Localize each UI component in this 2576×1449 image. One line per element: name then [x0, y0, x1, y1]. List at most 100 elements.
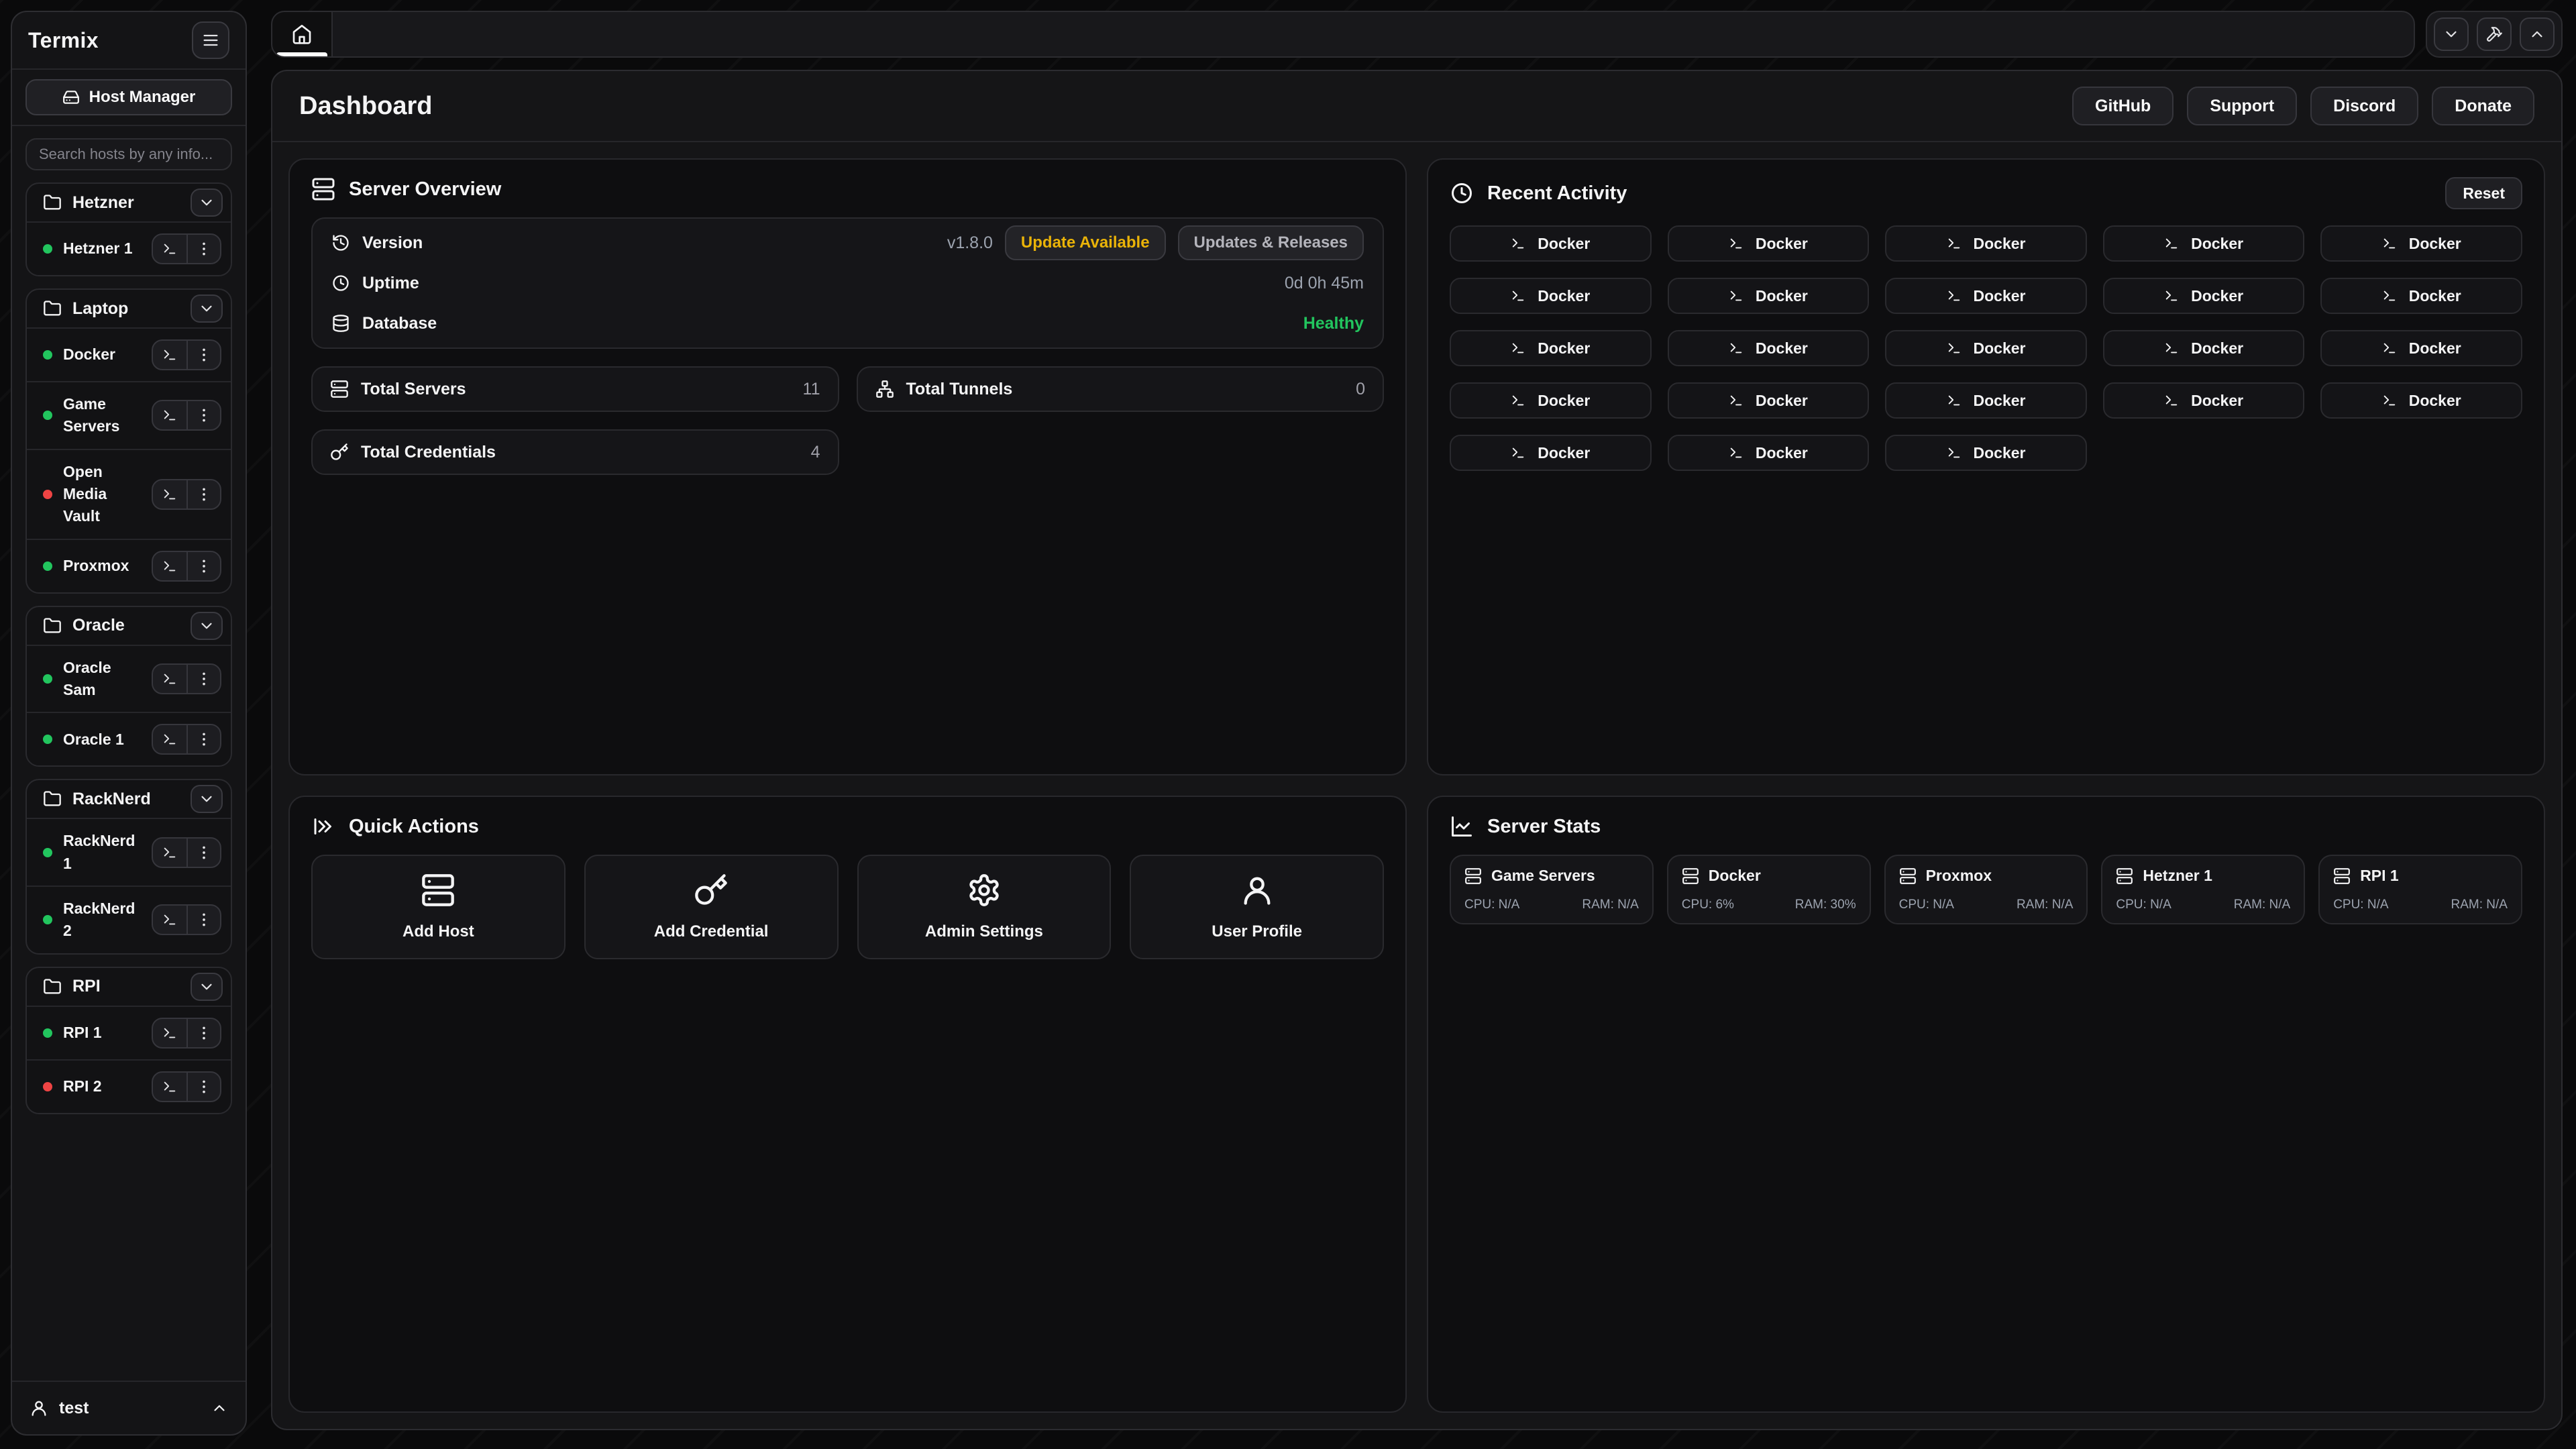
updates-releases-button[interactable]: Updates & Releases: [1178, 225, 1364, 260]
terminal-icon: [1729, 341, 1743, 356]
activity-item-button[interactable]: Docker: [2103, 330, 2305, 366]
activity-item-button[interactable]: Docker: [1668, 278, 1870, 314]
host-item[interactable]: Game Servers: [27, 381, 231, 449]
host-menu-button[interactable]: [186, 839, 220, 867]
host-menu-button[interactable]: [186, 552, 220, 580]
host-menu-button[interactable]: [186, 480, 220, 508]
group-collapse-button[interactable]: [191, 973, 223, 1001]
tabs-chevron-up-button[interactable]: [2520, 17, 2555, 51]
header-link-button[interactable]: Donate: [2432, 87, 2534, 125]
stat-cpu: CPU: N/A: [2333, 898, 2388, 912]
host-item[interactable]: RPI 1: [27, 1006, 231, 1059]
chevron-down-icon: [198, 300, 215, 317]
activity-item-button[interactable]: Docker: [2320, 382, 2522, 419]
host-menu-button[interactable]: [186, 1073, 220, 1101]
host-manager-button[interactable]: Host Manager: [25, 79, 232, 115]
host-name: Oracle 1: [63, 729, 141, 751]
sidebar-menu-button[interactable]: [192, 21, 229, 59]
folder-icon: [43, 193, 62, 212]
terminal-icon: [1729, 236, 1743, 251]
app-title: Termix: [28, 28, 99, 53]
terminal-icon: [162, 241, 177, 256]
host-item[interactable]: RackNerd 2: [27, 885, 231, 953]
activity-item-button[interactable]: Docker: [1450, 382, 1652, 419]
terminal-connect-button[interactable]: [153, 665, 186, 693]
activity-item-button[interactable]: Docker: [1885, 435, 2087, 471]
server-icon: [1464, 867, 1482, 885]
activity-item-button[interactable]: Docker: [1668, 225, 1870, 262]
header-link-button[interactable]: Support: [2187, 87, 2297, 125]
activity-item-button[interactable]: Docker: [1450, 278, 1652, 314]
host-menu-button[interactable]: [186, 341, 220, 369]
activity-item-button[interactable]: Docker: [1668, 330, 1870, 366]
terminal-connect-button[interactable]: [153, 725, 186, 753]
host-item[interactable]: Hetzner 1: [27, 221, 231, 275]
activity-item-button[interactable]: Docker: [2320, 330, 2522, 366]
tab-home[interactable]: [272, 12, 333, 56]
activity-item-button[interactable]: Docker: [1450, 330, 1652, 366]
terminal-connect-button[interactable]: [153, 1019, 186, 1047]
search-input[interactable]: [25, 138, 232, 170]
host-item[interactable]: Oracle 1: [27, 712, 231, 765]
host-item[interactable]: Open Media Vault: [27, 449, 231, 539]
activity-item-button[interactable]: Docker: [1668, 435, 1870, 471]
activity-item-button[interactable]: Docker: [1885, 225, 2087, 262]
host-menu-button[interactable]: [186, 725, 220, 753]
host-menu-button[interactable]: [186, 235, 220, 263]
user-menu[interactable]: test: [12, 1381, 246, 1434]
activity-item-button[interactable]: Docker: [1885, 278, 2087, 314]
terminal-connect-button[interactable]: [153, 235, 186, 263]
group-collapse-button[interactable]: [191, 612, 223, 640]
user-icon: [1240, 873, 1275, 908]
activity-item-button[interactable]: Docker: [1885, 330, 2087, 366]
update-available-button[interactable]: Update Available: [1005, 225, 1166, 260]
terminal-icon: [1947, 393, 1962, 408]
activity-item-button[interactable]: Docker: [1885, 382, 2087, 419]
activity-item-button[interactable]: Docker: [1450, 225, 1652, 262]
group-collapse-button[interactable]: [191, 189, 223, 217]
terminal-connect-button[interactable]: [153, 839, 186, 867]
host-item[interactable]: Proxmox: [27, 539, 231, 592]
host-menu-button[interactable]: [186, 906, 220, 934]
add-credential-tile[interactable]: Add Credential: [584, 855, 839, 959]
terminal-connect-button[interactable]: [153, 341, 186, 369]
terminal-icon: [2382, 288, 2397, 303]
host-item[interactable]: Oracle Sam: [27, 645, 231, 712]
group-label: RPI: [72, 977, 180, 996]
terminal-connect-button[interactable]: [153, 552, 186, 580]
activity-item-button[interactable]: Docker: [2320, 278, 2522, 314]
add-credential-label: Add Credential: [654, 922, 769, 941]
terminal-connect-button[interactable]: [153, 401, 186, 429]
host-item[interactable]: RPI 2: [27, 1059, 231, 1113]
activity-item-button[interactable]: Docker: [2103, 278, 2305, 314]
host-menu-button[interactable]: [186, 401, 220, 429]
topbar-actions: [2426, 11, 2563, 58]
tabs-chevron-down-button[interactable]: [2434, 17, 2469, 51]
reset-button[interactable]: Reset: [2445, 177, 2522, 209]
activity-item-button[interactable]: Docker: [1668, 382, 1870, 419]
tools-hammer-button[interactable]: [2477, 17, 2512, 51]
terminal-connect-button[interactable]: [153, 906, 186, 934]
activity-item-button[interactable]: Docker: [2320, 225, 2522, 262]
terminal-connect-button[interactable]: [153, 480, 186, 508]
user-icon: [30, 1399, 48, 1417]
group-collapse-button[interactable]: [191, 785, 223, 813]
activity-item-button[interactable]: Docker: [2103, 225, 2305, 262]
card-title-row: Server Stats: [1450, 814, 2522, 839]
host-actions: [152, 400, 221, 431]
add-host-tile[interactable]: Add Host: [311, 855, 566, 959]
ellipsis-vertical-icon: [195, 731, 213, 748]
terminal-icon: [162, 1079, 177, 1094]
activity-item-button[interactable]: Docker: [2103, 382, 2305, 419]
host-menu-button[interactable]: [186, 665, 220, 693]
host-menu-button[interactable]: [186, 1019, 220, 1047]
terminal-connect-button[interactable]: [153, 1073, 186, 1101]
host-item[interactable]: Docker: [27, 327, 231, 381]
admin-settings-tile[interactable]: Admin Settings: [857, 855, 1112, 959]
header-link-button[interactable]: Discord: [2310, 87, 2418, 125]
activity-item-button[interactable]: Docker: [1450, 435, 1652, 471]
group-collapse-button[interactable]: [191, 294, 223, 323]
user-profile-tile[interactable]: User Profile: [1130, 855, 1384, 959]
host-item[interactable]: RackNerd 1: [27, 818, 231, 885]
header-link-button[interactable]: GitHub: [2072, 87, 2174, 125]
